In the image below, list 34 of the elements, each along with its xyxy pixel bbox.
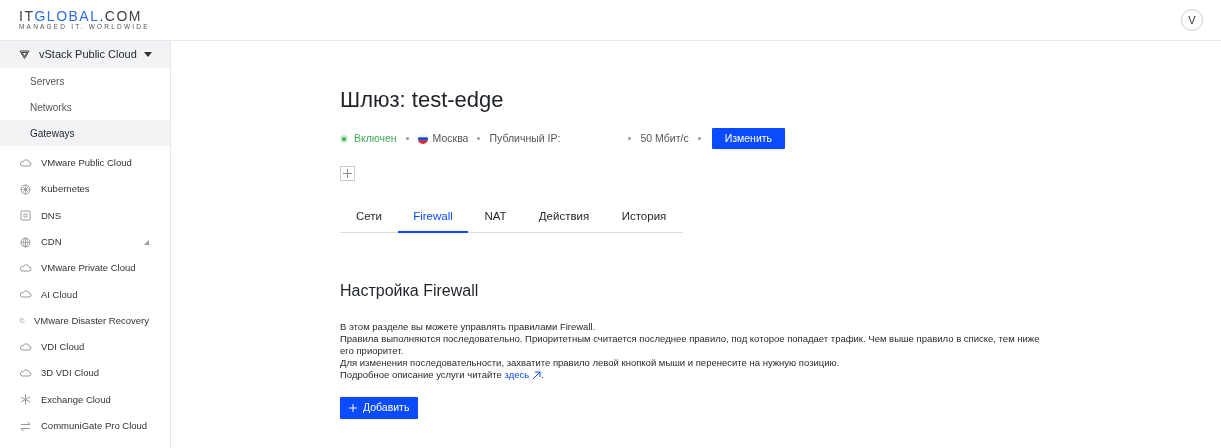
sidebar-item[interactable]: CommuniGate Pro Cloud [0,412,170,440]
location-label: Москва [432,130,469,146]
page-title: Шлюз: test-edge [340,86,505,114]
sidebar-item[interactable]: DNS [0,202,170,229]
sidebar-item[interactable]: 3D VDI Cloud [0,360,170,387]
section-title: Настройка Firewall [340,281,480,301]
sidebar-subitem[interactable]: Servers [0,68,170,94]
sidebar-item[interactable]: VDI Cloud [0,334,170,361]
logo-text: ITGLOBAL.COM [19,9,143,24]
tab[interactable]: NAT [468,203,523,233]
sidebar-item[interactable]: Kubernetes [0,176,170,203]
add-rule-button[interactable]: Добавить [340,397,419,419]
public-ip-label: Публичный IP: [489,130,562,146]
sidebar-item[interactable]: VMware Disaster Recovery [0,307,170,335]
status-indicator: Включен [340,130,397,147]
tab[interactable]: Действия [523,203,605,233]
sidebar-item[interactable]: AI Cloud [0,281,170,308]
edit-button[interactable]: Изменить [711,128,786,149]
sidebar-item[interactable]: VMware Private Cloud [0,255,170,282]
speed-label: 50 Мбит/с [640,130,689,146]
link[interactable]: здесь [504,369,542,381]
sidebar-item[interactable]: CDN [0,228,170,256]
tab[interactable]: Сети [340,203,398,233]
description-text: В этом разделе вы можете управлять правилами Firewall. [340,321,597,333]
description-text: Правила выполняются последовательно. Приоритетным считается последнее правило, под которое попадает трафик. Чем выше правило в списке, тем ниже его приоритет. [340,333,1040,357]
sidebar-subitem[interactable]: Networks [0,94,170,120]
sidebar-group-header[interactable]: vStack Public Cloud [0,41,170,68]
tab[interactable]: Firewall [398,203,468,233]
description-text: Подробное описание услуги читайте здесь . [340,369,545,381]
sidebar-item[interactable]: VMware Public Cloud [0,150,170,177]
description-text: Для изменения последовательности, захватите правило левой кнопкой мыши и перенесите на нужную позицию. [340,357,841,369]
sidebar-item[interactable]: Exchange Cloud [0,386,170,413]
sidebar-subitem[interactable]: Gateways [0,120,170,146]
tab[interactable]: История [605,203,683,233]
